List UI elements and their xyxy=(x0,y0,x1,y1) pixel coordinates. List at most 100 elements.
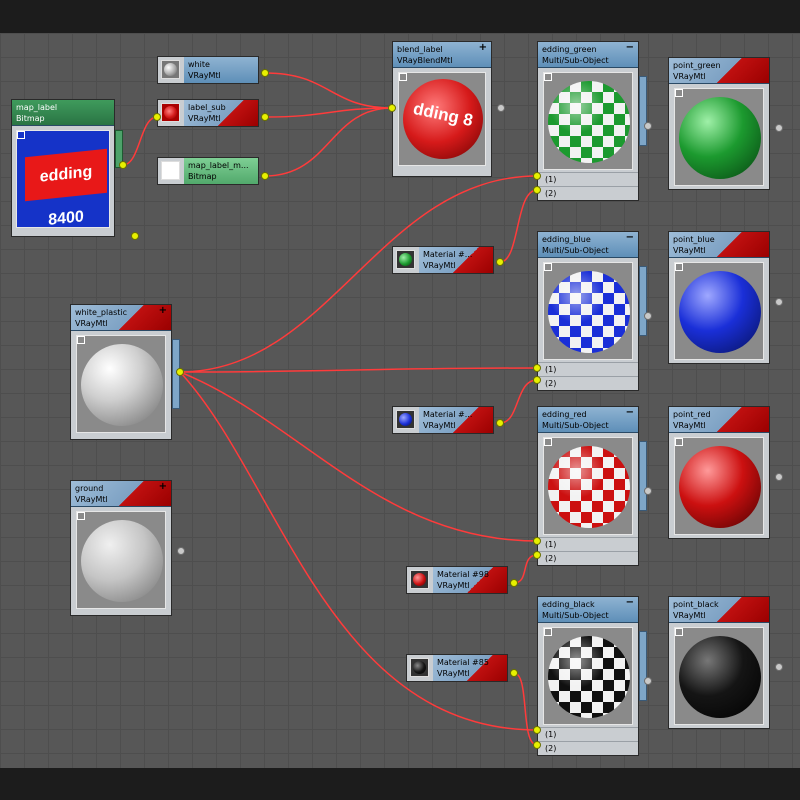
node-header[interactable]: point_red VRayMtl xyxy=(669,407,769,433)
node-material-85[interactable]: Material #85 VRayMtl xyxy=(406,654,508,682)
node-header[interactable]: map_label_m... Bitmap xyxy=(184,158,258,184)
node-header[interactable]: Material #... VRayMtl xyxy=(419,247,493,273)
preview-ball xyxy=(679,97,761,179)
node-map-label-mask[interactable]: map_label_m... Bitmap xyxy=(157,157,259,185)
material-preview: dding 8 xyxy=(398,72,486,166)
node-type: Multi/Sub-Object xyxy=(542,611,609,620)
slot-2[interactable]: (2) xyxy=(538,741,638,755)
node-title: Material #85 xyxy=(437,658,489,667)
node-edding-red[interactable]: edding_red Multi/Sub-Object − (1) (2) xyxy=(537,406,652,566)
swatch-ball xyxy=(413,661,426,674)
expand-icon[interactable]: + xyxy=(159,481,167,492)
output-port[interactable] xyxy=(131,232,139,240)
material-swatch xyxy=(410,570,429,589)
node-point-blue[interactable]: point_blue VRayMtl xyxy=(668,231,783,364)
node-title: white_plastic xyxy=(75,308,128,317)
output-port[interactable] xyxy=(775,124,783,132)
output-port[interactable] xyxy=(775,663,783,671)
node-type: Bitmap xyxy=(16,114,45,123)
swatch-ball xyxy=(399,253,412,266)
node-editor-canvas[interactable]: map_label Bitmap edding 8400 white VRayM… xyxy=(0,33,800,768)
port xyxy=(261,113,269,121)
output-port[interactable] xyxy=(644,312,652,320)
node-header[interactable]: point_black VRayMtl xyxy=(669,597,769,623)
node-point-green[interactable]: point_green VRayMtl xyxy=(668,57,783,190)
node-map-label[interactable]: map_label Bitmap edding 8400 xyxy=(11,99,139,240)
node-header[interactable]: edding_red Multi/Sub-Object − xyxy=(538,407,638,433)
slot-2[interactable]: (2) xyxy=(538,186,638,200)
output-port[interactable] xyxy=(644,487,652,495)
node-white-plastic[interactable]: white_plastic VRayMtl + xyxy=(70,304,180,440)
node-header[interactable]: edding_black Multi/Sub-Object − xyxy=(538,597,638,623)
slot-1[interactable]: (1) xyxy=(538,727,638,741)
collapse-icon[interactable]: − xyxy=(626,42,634,53)
node-header[interactable]: edding_green Multi/Sub-Object − xyxy=(538,42,638,68)
collapse-icon[interactable]: − xyxy=(626,597,634,608)
node-white[interactable]: white VRayMtl xyxy=(157,56,259,84)
expand-icon[interactable]: + xyxy=(159,305,167,316)
node-header[interactable]: point_green VRayMtl xyxy=(669,58,769,84)
node-header[interactable]: ground VRayMtl + xyxy=(71,481,171,507)
node-edding-blue[interactable]: edding_blue Multi/Sub-Object − (1) (2) xyxy=(537,231,652,391)
slot-2[interactable]: (2) xyxy=(538,551,638,565)
node-label-sub[interactable]: label_sub VRayMtl xyxy=(157,99,259,127)
output-port[interactable] xyxy=(644,122,652,130)
node-header[interactable]: map_label Bitmap xyxy=(12,100,114,126)
node-header[interactable]: blend_label VRayBlendMtl + xyxy=(393,42,491,68)
port xyxy=(510,669,518,677)
bitmap-label-graphic: edding 8400 xyxy=(25,148,107,229)
node-header[interactable]: label_sub VRayMtl xyxy=(184,100,258,126)
slot-1[interactable]: (1) xyxy=(538,362,638,376)
swatch-ball xyxy=(164,106,177,119)
node-point-black[interactable]: point_black VRayMtl xyxy=(668,596,783,729)
material-preview xyxy=(543,262,633,360)
node-blend-label[interactable]: blend_label VRayBlendMtl + dding 8 xyxy=(392,41,505,177)
wire xyxy=(499,379,538,424)
node-header[interactable]: edding_blue Multi/Sub-Object − xyxy=(538,232,638,258)
node-header[interactable]: point_blue VRayMtl xyxy=(669,232,769,258)
node-title: Material #... xyxy=(423,250,473,259)
output-port[interactable] xyxy=(497,104,505,112)
node-header[interactable]: white_plastic VRayMtl + xyxy=(71,305,171,331)
node-header[interactable]: Material #... VRayMtl xyxy=(419,407,493,433)
node-edding-black[interactable]: edding_black Multi/Sub-Object − (1) (2) xyxy=(537,596,652,756)
node-title: point_green xyxy=(673,61,721,70)
output-port[interactable] xyxy=(775,473,783,481)
node-material-98[interactable]: Material #98 VRayMtl xyxy=(406,566,508,594)
node-type: VRayMtl xyxy=(673,72,706,81)
node-type: Multi/Sub-Object xyxy=(542,246,609,255)
slot-2[interactable]: (2) xyxy=(538,376,638,390)
port xyxy=(496,419,504,427)
node-material-green[interactable]: Material #... VRayMtl xyxy=(392,246,494,274)
slot-1[interactable]: (1) xyxy=(538,537,638,551)
preview-ball xyxy=(679,271,761,353)
collapse-icon[interactable]: − xyxy=(626,407,634,418)
material-preview xyxy=(543,437,633,535)
node-type: VRayMtl xyxy=(423,421,456,430)
node-edding-green[interactable]: edding_green Multi/Sub-Object − (1) (2) xyxy=(537,41,652,201)
expand-icon[interactable]: + xyxy=(479,42,487,53)
output-port[interactable] xyxy=(177,547,185,555)
bitmap-thumbnail: edding 8400 xyxy=(16,130,110,229)
node-ground[interactable]: ground VRayMtl + xyxy=(70,480,185,616)
collapse-icon[interactable]: − xyxy=(626,232,634,243)
slot-label: (1) xyxy=(545,175,557,184)
node-header[interactable]: Material #85 VRayMtl xyxy=(433,655,507,681)
node-header[interactable]: Material #98 VRayMtl xyxy=(433,567,507,593)
material-preview xyxy=(674,88,764,186)
preview-ball xyxy=(548,636,630,718)
slot-label: (1) xyxy=(545,730,557,739)
output-port[interactable] xyxy=(775,298,783,306)
node-material-blue[interactable]: Material #... VRayMtl xyxy=(392,406,494,434)
node-type: VRayMtl xyxy=(188,71,221,80)
slot-label: (2) xyxy=(545,379,557,388)
node-title: edding_black xyxy=(542,600,595,609)
output-port[interactable] xyxy=(644,677,652,685)
node-point-red[interactable]: point_red VRayMtl xyxy=(668,406,783,539)
material-preview xyxy=(674,437,764,535)
node-header[interactable]: white VRayMtl xyxy=(184,57,258,83)
slot-1[interactable]: (1) xyxy=(538,172,638,186)
node-title: point_red xyxy=(673,410,711,419)
node-title: Material #... xyxy=(423,410,473,419)
node-title: ground xyxy=(75,484,104,493)
